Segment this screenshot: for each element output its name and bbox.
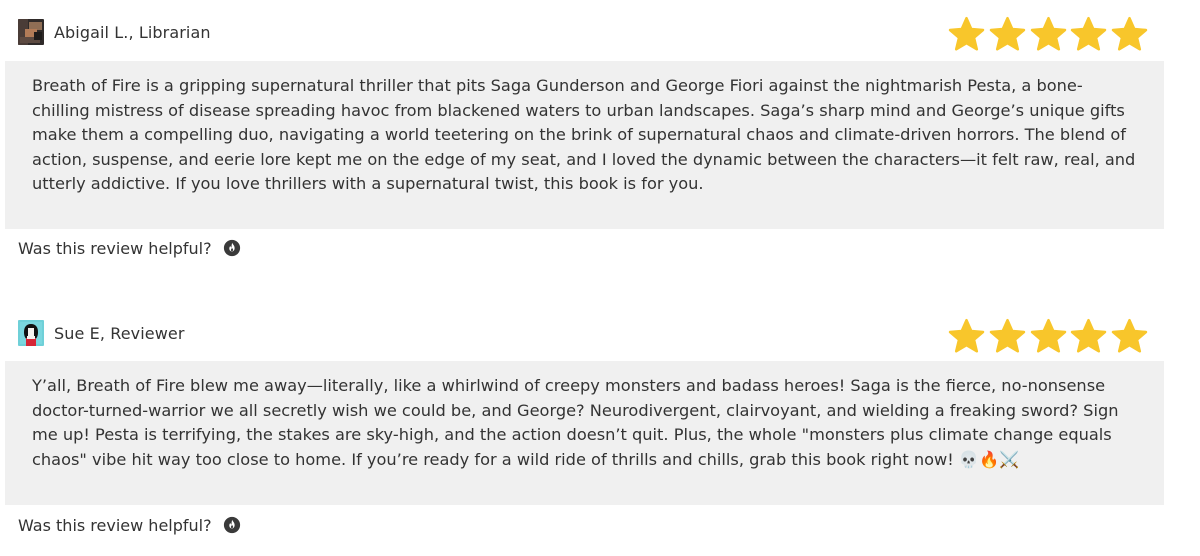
flame-icon[interactable] [223,516,241,534]
star-icon [1111,16,1148,53]
review-text: Y’all, Breath of Fire blew me away—liter… [32,376,1119,469]
star-rating [948,16,1148,54]
star-icon [1070,318,1107,355]
star-icon [989,318,1026,355]
star-rating [948,318,1148,356]
reviewer-avatar [18,320,44,346]
star-icon [1030,318,1067,355]
reviewer-name: Sue E, Reviewer [54,323,185,343]
review-body-panel: Y’all, Breath of Fire blew me away—liter… [5,361,1164,505]
review-body-panel: Breath of Fire is a gripping supernatura… [5,61,1164,229]
flame-icon[interactable] [223,239,241,257]
reviewer-header: Sue E, Reviewer [18,319,185,347]
avatar-image [18,320,44,346]
reviewer-avatar [18,19,44,45]
reviewer-header: Abigail L., Librarian [18,18,211,46]
star-icon [989,16,1026,53]
star-icon [948,318,985,355]
helpful-prompt: Was this review helpful? [18,238,212,258]
star-icon [948,16,985,53]
avatar-image [18,19,44,45]
star-icon [1030,16,1067,53]
star-icon [1111,318,1148,355]
review-card: Abigail L., Librarian Breath of Fire is … [0,0,1200,278]
helpful-row: Was this review helpful? [18,236,241,260]
review-card: Sue E, Reviewer Y’all, Breath of Fire bl… [0,300,1200,556]
reviewer-name: Abigail L., Librarian [54,22,211,42]
helpful-row: Was this review helpful? [18,513,241,537]
helpful-prompt: Was this review helpful? [18,515,212,535]
star-icon [1070,16,1107,53]
review-text: Breath of Fire is a gripping supernatura… [32,76,1136,193]
